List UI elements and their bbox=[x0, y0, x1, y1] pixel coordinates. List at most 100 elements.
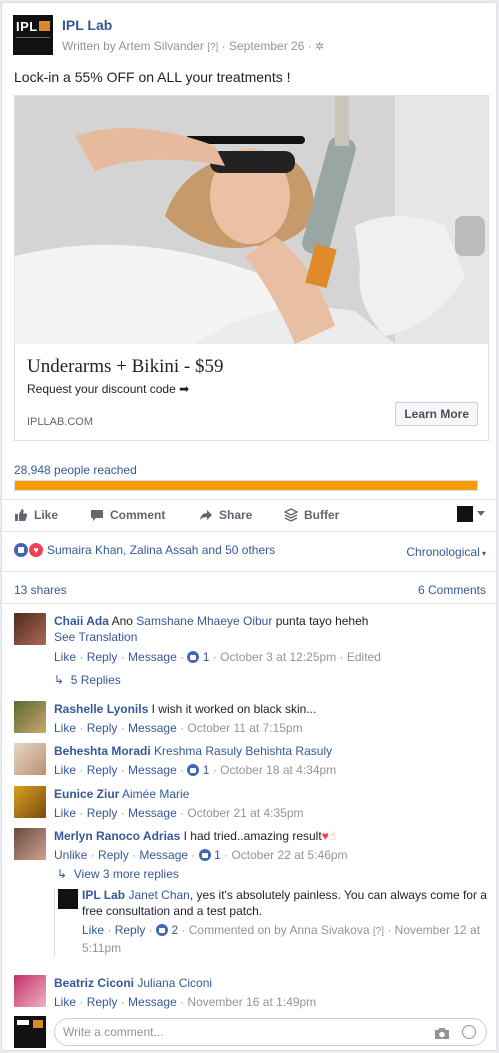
link-card[interactable]: Underarms + Bikini - $59 Request your di… bbox=[14, 95, 489, 441]
comment-meta: Like · Reply · Message · November 16 at … bbox=[54, 995, 317, 1009]
like-button[interactable]: Like bbox=[14, 508, 58, 522]
like-count[interactable]: 2 bbox=[171, 923, 178, 937]
like-count-icon bbox=[156, 924, 169, 936]
learn-more-button[interactable]: Learn More bbox=[395, 402, 478, 426]
help-marker[interactable]: [?] bbox=[373, 926, 384, 937]
share-button[interactable]: Share bbox=[199, 508, 252, 522]
love-reaction-icon: ♥ bbox=[29, 543, 43, 557]
emoji-icon[interactable] bbox=[462, 1025, 476, 1039]
avatar[interactable] bbox=[14, 828, 46, 860]
reactions-summary[interactable]: Sumaira Khan, Zalina Assah and 50 others bbox=[47, 543, 275, 557]
comment-time[interactable]: October 21 at 4:35pm bbox=[187, 806, 303, 820]
comment-author[interactable]: Eunice Ziur bbox=[54, 787, 119, 801]
reply-author[interactable]: IPL Lab bbox=[82, 888, 125, 902]
message-link[interactable]: Message bbox=[139, 848, 188, 862]
avatar[interactable] bbox=[14, 975, 46, 1007]
page-name[interactable]: IPL Lab bbox=[62, 17, 112, 33]
post-text: Lock-in a 55% OFF on ALL your treatments… bbox=[14, 69, 291, 85]
post-date[interactable]: September 26 bbox=[229, 39, 304, 53]
avatar[interactable] bbox=[14, 701, 46, 733]
reactions-row[interactable]: ♥ Sumaira Khan, Zalina Assah and 50 othe… bbox=[14, 543, 275, 557]
comment-placeholder: Write a comment... bbox=[63, 1025, 164, 1039]
reply-link[interactable]: Reply bbox=[115, 923, 146, 937]
like-link[interactable]: Like bbox=[82, 923, 104, 937]
comment-author[interactable]: Merlyn Ranoco Adrias bbox=[54, 829, 180, 843]
like-link[interactable]: Like bbox=[54, 995, 76, 1009]
sort-dropdown[interactable]: Chronological ▾ bbox=[406, 545, 486, 559]
like-count-icon bbox=[198, 849, 211, 861]
comment-meta: Like · Reply · Message · 1 · October 18 … bbox=[54, 763, 337, 777]
message-link[interactable]: Message bbox=[128, 763, 177, 777]
ad-photo[interactable] bbox=[15, 96, 488, 344]
comment-tag[interactable]: Juliana Ciconi bbox=[137, 976, 212, 990]
post-meta: Written by Artem Silvander [?] · Septemb… bbox=[62, 39, 325, 53]
buffer-button[interactable]: Buffer bbox=[284, 508, 339, 522]
reply-link[interactable]: Reply bbox=[98, 848, 129, 862]
chevron-down-icon: ▾ bbox=[479, 549, 486, 558]
camera-icon[interactable] bbox=[434, 1027, 450, 1040]
comment-text: Ano bbox=[111, 614, 133, 628]
comments-count[interactable]: 6 Comments bbox=[418, 583, 486, 597]
view-more-replies-link[interactable]: ↳ View 3 more replies bbox=[57, 867, 179, 881]
comment-button[interactable]: Comment bbox=[90, 508, 165, 522]
reply-avatar[interactable] bbox=[58, 889, 78, 909]
view-replies-link[interactable]: ↳ 5 Replies bbox=[54, 673, 121, 687]
reach-text[interactable]: 28,948 people reached bbox=[14, 463, 137, 477]
like-link[interactable]: Like bbox=[54, 721, 76, 735]
commented-on-by: Commented on by Anna Sivakova bbox=[188, 923, 370, 937]
reply-link[interactable]: Reply bbox=[87, 650, 118, 664]
reply-link[interactable]: Reply bbox=[87, 995, 118, 1009]
card-title[interactable]: Underarms + Bikini - $59 bbox=[27, 356, 223, 378]
page-avatar[interactable]: IPL bbox=[13, 15, 53, 55]
like-count-icon bbox=[187, 764, 200, 776]
comment-author[interactable]: Chaii Ada bbox=[54, 614, 109, 628]
comment-author[interactable]: Beatriz Ciconi bbox=[54, 976, 134, 990]
message-link[interactable]: Message bbox=[128, 806, 177, 820]
like-link[interactable]: Like bbox=[54, 650, 76, 664]
message-link[interactable]: Message bbox=[128, 995, 177, 1009]
like-count[interactable]: 1 bbox=[203, 763, 210, 777]
like-count[interactable]: 1 bbox=[214, 848, 221, 862]
comment-time[interactable]: October 11 at 7:15pm bbox=[187, 721, 302, 735]
reply-link[interactable]: Reply bbox=[87, 763, 118, 777]
buffer-icon bbox=[284, 508, 298, 522]
reply-arrow-icon: ↳ bbox=[54, 673, 65, 687]
action-bar: Like Comment Share Buffer bbox=[2, 503, 496, 529]
reply-link[interactable]: Reply bbox=[87, 721, 118, 735]
see-translation-link[interactable]: See Translation bbox=[54, 629, 484, 645]
like-link[interactable]: Like bbox=[54, 763, 76, 777]
comment-author[interactable]: Beheshta Moradi bbox=[54, 744, 151, 758]
like-reaction-icon bbox=[14, 543, 28, 557]
comment-time[interactable]: October 22 at 5:46pm bbox=[231, 848, 347, 862]
comment-tag[interactable]: Aimée Marie bbox=[122, 787, 189, 801]
pointing-hand-icon: ☝ bbox=[328, 829, 337, 843]
comment-text: I had tried..amazing result bbox=[183, 829, 322, 843]
reach-bar-fill bbox=[15, 481, 477, 490]
edited-label[interactable]: Edited bbox=[347, 650, 381, 664]
comment-time[interactable]: October 18 at 4:34pm bbox=[220, 763, 336, 777]
comment-tag[interactable]: Kreshma Rasuly Behishta Rasuly bbox=[154, 744, 332, 758]
page-switcher-avatar[interactable] bbox=[457, 506, 473, 522]
avatar[interactable] bbox=[14, 743, 46, 775]
reply-meta: Like · Reply · 2 · Commented on by Anna … bbox=[82, 923, 481, 955]
comment-input[interactable]: Write a comment... bbox=[54, 1018, 487, 1046]
comment-author[interactable]: Rashelle Lyonils bbox=[54, 702, 148, 716]
comment-time[interactable]: October 3 at 12:25pm bbox=[220, 650, 336, 664]
thumbs-up-icon bbox=[15, 509, 28, 521]
comment-meta: Like · Reply · Message · 1 · October 3 a… bbox=[54, 650, 381, 664]
comment-time[interactable]: November 16 at 1:49pm bbox=[187, 995, 316, 1009]
like-link[interactable]: Like bbox=[54, 806, 76, 820]
message-link[interactable]: Message bbox=[128, 650, 177, 664]
avatar[interactable] bbox=[14, 786, 46, 818]
reply-tag[interactable]: Janet Chan bbox=[128, 888, 189, 902]
comment-tag[interactable]: Samshane Mhaeye Oibur bbox=[136, 614, 272, 628]
unlike-link[interactable]: Unlike bbox=[54, 848, 87, 862]
avatar[interactable] bbox=[14, 613, 46, 645]
message-link[interactable]: Message bbox=[128, 721, 177, 735]
comment-meta: Like · Reply · Message · October 21 at 4… bbox=[54, 806, 304, 820]
reply-link[interactable]: Reply bbox=[87, 806, 118, 820]
like-count[interactable]: 1 bbox=[203, 650, 210, 664]
help-marker[interactable]: [?] bbox=[207, 42, 218, 53]
chevron-down-icon[interactable] bbox=[477, 511, 485, 516]
shares-count[interactable]: 13 shares bbox=[14, 583, 67, 597]
